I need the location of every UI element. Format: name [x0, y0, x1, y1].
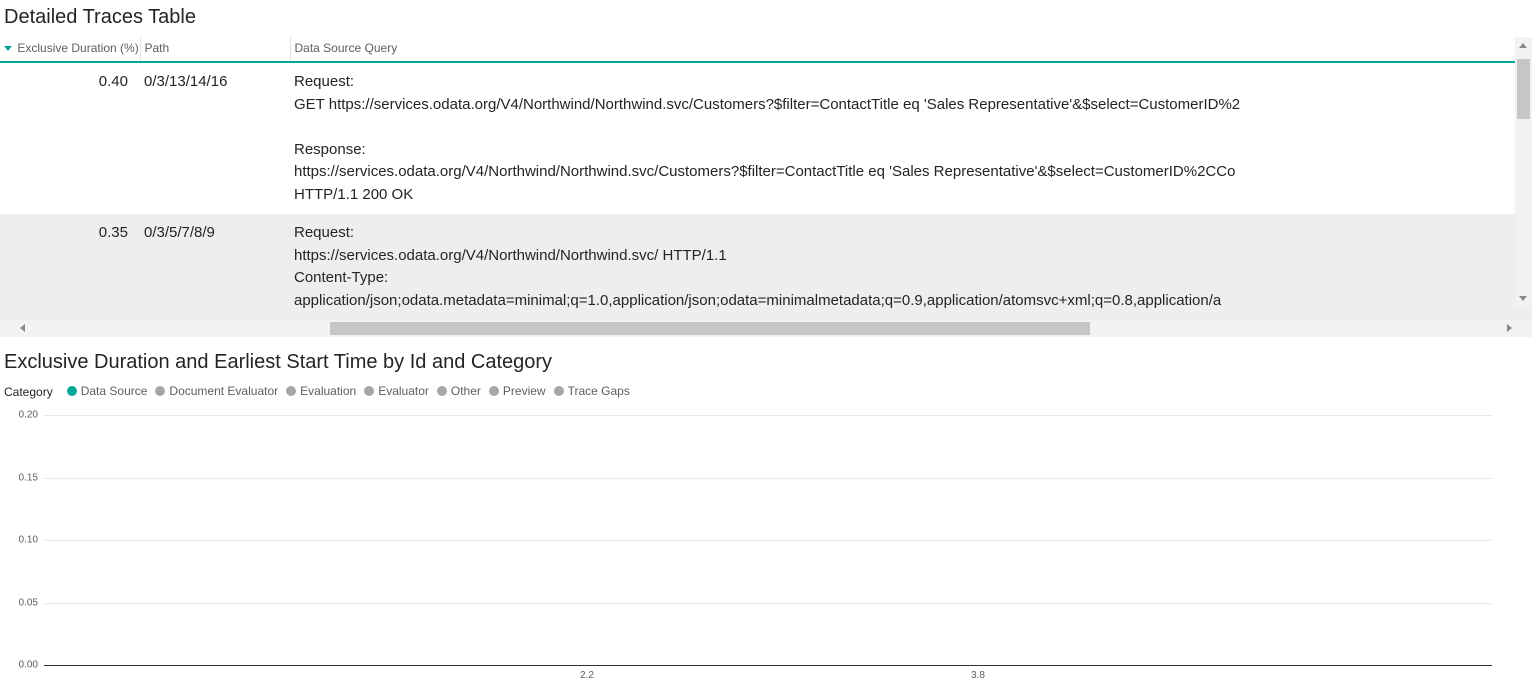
table-row[interactable]: 0.400/3/13/14/16Request: GET https://ser… — [0, 62, 1532, 214]
scroll-up-icon — [1519, 43, 1527, 48]
legend-swatch-icon — [67, 386, 77, 396]
cell-path: 0/3/5/7/8/9 — [140, 214, 290, 320]
legend-text: Preview — [503, 384, 546, 398]
legend-item[interactable]: Document Evaluator — [155, 384, 278, 398]
legend-label: Category — [4, 385, 53, 399]
col-header-query[interactable]: Data Source Query — [290, 37, 1532, 62]
legend-text: Evaluation — [300, 384, 356, 398]
y-axis-tick: 0.20 — [8, 410, 38, 421]
cell-duration: 0.35 — [0, 214, 140, 320]
y-axis-tick: 0.00 — [8, 660, 38, 671]
vertical-scroll-thumb[interactable] — [1517, 59, 1530, 119]
horizontal-scroll-thumb[interactable] — [330, 322, 1090, 335]
legend-swatch-icon — [364, 386, 374, 396]
chart-gridline — [44, 540, 1492, 541]
y-axis-tick: 0.15 — [8, 472, 38, 483]
chart-gridline — [44, 415, 1492, 416]
y-axis-tick: 0.05 — [8, 597, 38, 608]
x-axis-tick: 3.8 — [826, 670, 1130, 681]
legend-text: Trace Gaps — [568, 384, 630, 398]
chart-legend: Category Data Source Document Evaluator Ev… — [0, 380, 1532, 401]
scroll-left-icon — [20, 324, 25, 332]
cell-query: Request: GET https://services.odata.org/… — [290, 62, 1532, 214]
horizontal-scrollbar[interactable] — [0, 320, 1532, 337]
col-header-path[interactable]: Path — [140, 37, 290, 62]
table-row[interactable]: 0.350/3/5/7/8/9Request: https://services… — [0, 214, 1532, 320]
legend-swatch-icon — [489, 386, 499, 396]
chart-baseline — [44, 665, 1492, 666]
cell-query: Request: https://services.odata.org/V4/N… — [290, 214, 1532, 320]
traces-table-wrap: Exclusive Duration (%) Path Data Source … — [0, 37, 1532, 337]
legend-text: Other — [451, 384, 481, 398]
legend-swatch-icon — [155, 386, 165, 396]
legend-item[interactable]: Evaluator — [364, 384, 429, 398]
legend-item[interactable]: Evaluation — [286, 384, 356, 398]
legend-swatch-icon — [437, 386, 447, 396]
scroll-down-icon — [1519, 296, 1527, 301]
legend-item[interactable]: Trace Gaps — [554, 384, 630, 398]
y-axis-tick: 0.10 — [8, 535, 38, 546]
chart-title: Exclusive Duration and Earliest Start Ti… — [0, 337, 1532, 380]
chart-gridline — [44, 478, 1492, 479]
x-axis-tick: 2.2 — [435, 670, 739, 681]
legend-text: Data Source — [81, 384, 148, 398]
legend-item[interactable]: Other — [437, 384, 481, 398]
legend-text: Evaluator — [378, 384, 429, 398]
col-header-duration-label: Exclusive Duration (%) — [17, 41, 138, 55]
chart-plot[interactable]: 0.000.050.100.150.202.23.8 — [44, 415, 1492, 665]
legend-swatch-icon — [286, 386, 296, 396]
chart-gridline — [44, 603, 1492, 604]
sort-desc-icon — [4, 46, 12, 51]
legend-item[interactable]: Data Source — [67, 384, 148, 398]
cell-path: 0/3/13/14/16 — [140, 62, 290, 214]
traces-table: Exclusive Duration (%) Path Data Source … — [0, 37, 1532, 320]
chart-area: 0.00 0.05 0.10 0.15 0.20 2.2 3.8 — [4, 405, 1522, 685]
cell-duration: 0.40 — [0, 62, 140, 214]
vertical-scrollbar[interactable] — [1515, 37, 1532, 307]
legend-swatch-icon — [554, 386, 564, 396]
scroll-right-icon — [1507, 324, 1512, 332]
legend-text: Document Evaluator — [169, 384, 278, 398]
legend-item[interactable]: Preview — [489, 384, 546, 398]
table-title: Detailed Traces Table — [0, 0, 1532, 37]
col-header-duration[interactable]: Exclusive Duration (%) — [0, 37, 140, 62]
